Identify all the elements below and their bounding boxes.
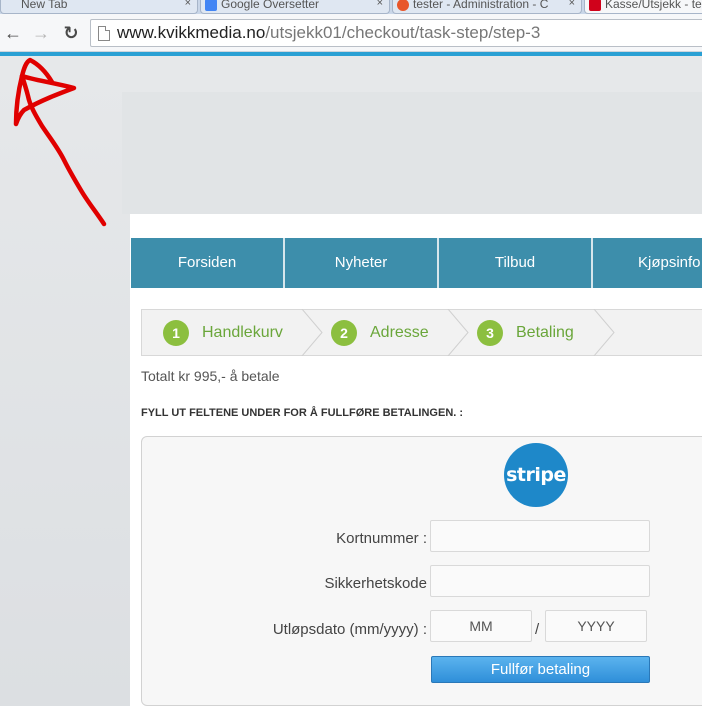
site-favicon bbox=[589, 0, 601, 11]
security-code-label: Sikkerhetskode bbox=[324, 575, 427, 592]
forward-arrow-icon[interactable]: → bbox=[30, 22, 52, 44]
expiry-separator: / bbox=[535, 621, 540, 638]
url-path: /utsjekk01/checkout/task-step/step-3 bbox=[265, 23, 541, 42]
expiry-month-input[interactable] bbox=[430, 610, 532, 642]
step-adresse[interactable]: 2 Adresse bbox=[331, 310, 429, 355]
tab-administration[interactable]: tester - Administration - C × bbox=[392, 0, 582, 14]
step-separator-chevron-icon bbox=[447, 309, 469, 356]
joomla-icon bbox=[397, 0, 409, 11]
step-separator-chevron-icon bbox=[593, 309, 615, 356]
nav-item-kjopsinfo[interactable]: Kjøpsinfo bbox=[593, 238, 702, 288]
tab-title: New Tab bbox=[21, 0, 68, 11]
main-navigation: Forsiden Nyheter Tilbud Kjøpsinfo bbox=[131, 238, 702, 288]
step-separator-chevron-icon bbox=[301, 309, 323, 356]
step-number: 2 bbox=[331, 319, 357, 346]
card-number-input[interactable] bbox=[430, 520, 650, 552]
close-icon[interactable]: × bbox=[185, 0, 191, 9]
tab-title: Kasse/Utsjekk - te bbox=[605, 0, 702, 11]
back-arrow-icon[interactable]: ← bbox=[2, 22, 24, 44]
stripe-logo: stripe bbox=[504, 443, 568, 507]
step-number: 1 bbox=[163, 319, 189, 346]
tab-title: Google Oversetter bbox=[221, 0, 320, 11]
step-handlekurv[interactable]: 1 Handlekurv bbox=[163, 310, 283, 355]
complete-payment-button[interactable]: Fullfør betaling bbox=[431, 656, 650, 683]
checkout-steps: 1 Handlekurv 2 Adresse 3 Betaling bbox=[141, 309, 702, 356]
close-icon[interactable]: × bbox=[377, 0, 383, 9]
page-icon bbox=[98, 26, 110, 41]
red-arrow-annotation-icon bbox=[13, 57, 107, 227]
header-banner bbox=[122, 92, 702, 214]
order-total: Totalt kr 995,- å betale bbox=[141, 368, 280, 384]
nav-item-nyheter[interactable]: Nyheter bbox=[285, 238, 439, 288]
security-code-input[interactable] bbox=[430, 565, 650, 597]
browser-toolbar: ← → ↻ www.kvikkmedia.no/utsjekk01/checko… bbox=[0, 14, 702, 52]
step-betaling[interactable]: 3 Betaling bbox=[477, 310, 574, 355]
payment-instructions: FYLL UT FELTENE UNDER FOR Å FULLFØRE BET… bbox=[141, 407, 464, 419]
step-number: 3 bbox=[477, 319, 503, 346]
step-label: Handlekurv bbox=[202, 323, 283, 341]
step-label: Betaling bbox=[516, 323, 574, 341]
tab-title: tester - Administration - C bbox=[413, 0, 549, 11]
address-bar[interactable]: www.kvikkmedia.no/utsjekk01/checkout/tas… bbox=[90, 19, 702, 47]
step-label: Adresse bbox=[370, 323, 429, 341]
nav-item-tilbud[interactable]: Tilbud bbox=[439, 238, 593, 288]
expiry-date-label: Utløpsdato (mm/yyyy) : bbox=[272, 621, 427, 638]
url-host: www.kvikkmedia.no bbox=[117, 23, 266, 42]
nav-item-forsiden[interactable]: Forsiden bbox=[131, 238, 285, 288]
reload-icon[interactable]: ↻ bbox=[60, 22, 82, 44]
tab-checkout[interactable]: Kasse/Utsjekk - te bbox=[584, 0, 702, 14]
tab-google-translate[interactable]: Google Oversetter × bbox=[200, 0, 390, 14]
browser-tab-strip: New Tab × Google Oversetter × tester - A… bbox=[0, 0, 702, 14]
tab-new-tab[interactable]: New Tab × bbox=[0, 0, 198, 14]
card-number-label: Kortnummer : bbox=[336, 530, 427, 547]
close-icon[interactable]: × bbox=[569, 0, 575, 9]
expiry-year-input[interactable] bbox=[545, 610, 647, 642]
google-translate-icon bbox=[205, 0, 217, 11]
